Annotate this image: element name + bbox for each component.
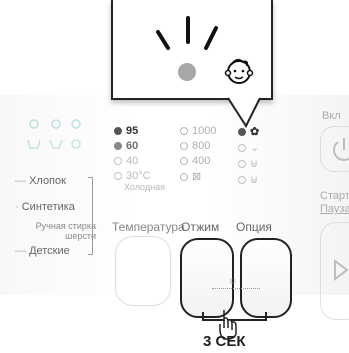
- spin-option-nospin[interactable]: ⊠: [180, 170, 236, 183]
- hold-time-label: 3 СЕК: [203, 333, 246, 350]
- indicator-led: [178, 63, 196, 81]
- program-synthetics[interactable]: · Синтетика: [15, 201, 75, 213]
- temperature-option-cold[interactable]: Холодная: [124, 182, 170, 192]
- program-list: — Хлопок · Синтетика Ручная стирка шерст…: [0, 175, 100, 257]
- program-handwash-wool[interactable]: Ручная стирка шерсти: [22, 221, 96, 241]
- option-column: ✿ ⌄ ⊎ ⊍: [238, 125, 278, 186]
- option-extra-rinse[interactable]: ⊎: [238, 157, 278, 170]
- option-label: Опция: [236, 220, 272, 234]
- spin-label: Отжим: [181, 220, 220, 234]
- power-icon: [333, 138, 349, 161]
- zoom-callout: [111, 0, 273, 100]
- program-cotton[interactable]: — Хлопок: [15, 175, 66, 187]
- lock-icon: ☺: [228, 276, 238, 286]
- spin-option-400[interactable]: 400: [180, 155, 236, 167]
- spin-option-800[interactable]: 800: [180, 140, 236, 152]
- option-prewash[interactable]: ⌄: [238, 141, 278, 154]
- temperature-button[interactable]: [115, 236, 171, 306]
- temperature-label: Температура: [112, 220, 185, 234]
- callout-graphic: [156, 16, 254, 84]
- option-button[interactable]: [240, 238, 292, 318]
- program-led-icons: [27, 119, 81, 149]
- start-pause-button[interactable]: [320, 222, 349, 320]
- start-label: Старт: [320, 190, 349, 202]
- play-pause-icon: [334, 259, 349, 281]
- baby-face-icon: [224, 58, 254, 84]
- option-soak[interactable]: ⊍: [238, 173, 278, 186]
- spin-column: 1000 800 400 ⊠: [180, 125, 236, 183]
- temperature-option-30[interactable]: 30°C: [114, 170, 170, 182]
- spin-button[interactable]: [180, 238, 234, 318]
- power-button[interactable]: [320, 126, 349, 172]
- temperature-option-60[interactable]: 60: [114, 140, 170, 152]
- callout-pointer: [227, 96, 261, 129]
- temperature-option-40[interactable]: 40: [114, 155, 170, 167]
- pause-label: Пауза: [320, 203, 349, 215]
- temperature-column: 95 60 40 30°C Холодная: [114, 125, 170, 192]
- program-bracket: [88, 177, 93, 255]
- power-label: Вкл: [322, 110, 341, 122]
- no-spin-icon: ⊠: [192, 171, 202, 183]
- lock-dotted-line: [212, 288, 260, 289]
- program-baby[interactable]: — Детские: [15, 245, 70, 257]
- program-indicator-area: [20, 112, 90, 167]
- temperature-option-95[interactable]: 95: [114, 125, 170, 137]
